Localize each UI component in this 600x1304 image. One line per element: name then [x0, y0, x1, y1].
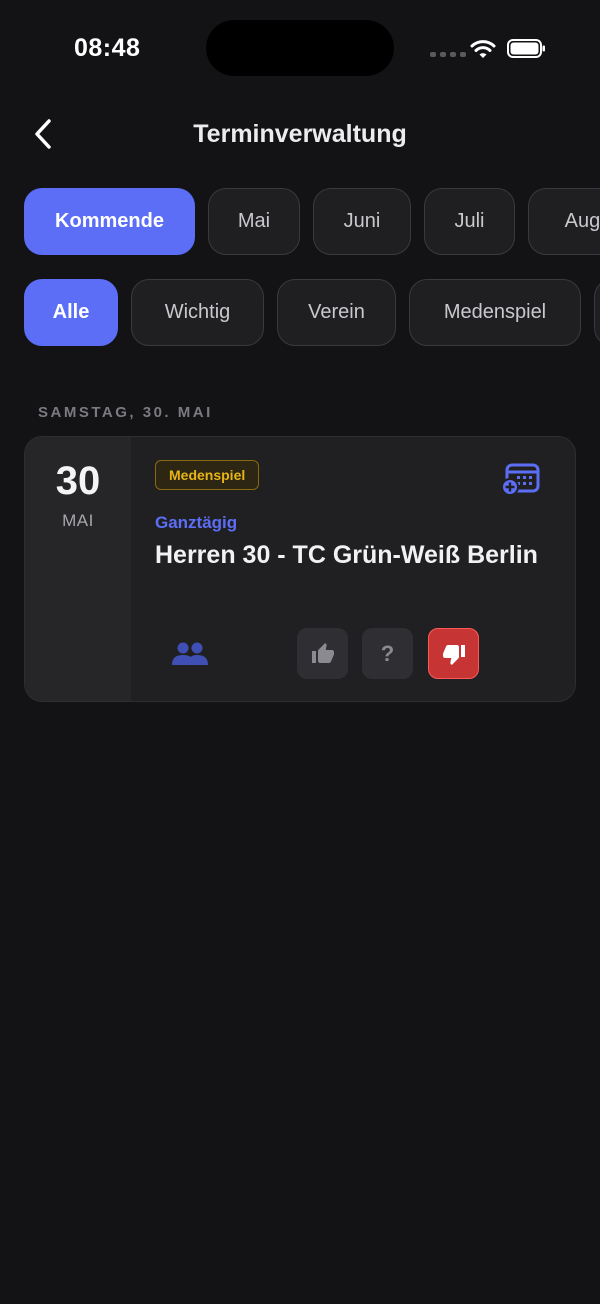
month-chip-juni[interactable]: Juni	[313, 188, 411, 255]
category-chip-verein[interactable]: Verein	[277, 279, 396, 346]
calendar-plus-icon[interactable]	[501, 462, 541, 496]
rsvp-accept-button[interactable]	[297, 628, 348, 679]
rsvp-decline-button[interactable]	[428, 628, 479, 679]
status-bar: 08:48	[0, 0, 600, 96]
people-icon[interactable]	[171, 639, 209, 669]
page-title: Terminverwaltung	[193, 120, 407, 148]
month-chip-august[interactable]: Augu	[528, 188, 600, 255]
event-time-label: Ganztägig	[155, 513, 238, 532]
category-chip-medenspiel[interactable]: Medenspiel	[409, 279, 581, 346]
category-chip-wichtig[interactable]: Wichtig	[131, 279, 264, 346]
month-chip-juli[interactable]: Juli	[424, 188, 515, 255]
event-card[interactable]: 30 MAI Medenspiel Ganztägig Herren 30 - …	[24, 436, 576, 702]
date-section-label: SAMSTAG, 30. MAI	[38, 404, 213, 421]
category-chip-more[interactable]	[594, 279, 600, 346]
dynamic-island	[206, 20, 394, 76]
month-filter-row: Kommende Mai Juni Juli Augu	[24, 188, 600, 255]
rsvp-maybe-button[interactable]: ?	[362, 628, 413, 679]
cellular-signal-icon	[430, 52, 466, 57]
screen: 08:48 Terminverwaltung Kommende Mai Juni…	[0, 0, 600, 1304]
event-day: 30	[55, 459, 101, 503]
month-chip-kommende[interactable]: Kommende	[24, 188, 195, 255]
category-chip-alle[interactable]: Alle	[24, 279, 118, 346]
wifi-icon	[470, 40, 496, 58]
category-filter-row: Alle Wichtig Verein Medenspiel	[24, 279, 600, 346]
event-date-column: 30 MAI	[25, 437, 131, 701]
thumbs-up-icon	[311, 642, 334, 663]
event-title: Herren 30 - TC Grün-Weiß Berlin	[155, 541, 538, 569]
header: Terminverwaltung	[0, 110, 600, 160]
month-chip-mai[interactable]: Mai	[208, 188, 300, 255]
status-time: 08:48	[74, 34, 141, 62]
event-category-tag: Medenspiel	[155, 460, 260, 490]
battery-icon	[507, 39, 545, 58]
thumbs-down-icon	[442, 644, 465, 665]
event-month: MAI	[62, 511, 94, 530]
